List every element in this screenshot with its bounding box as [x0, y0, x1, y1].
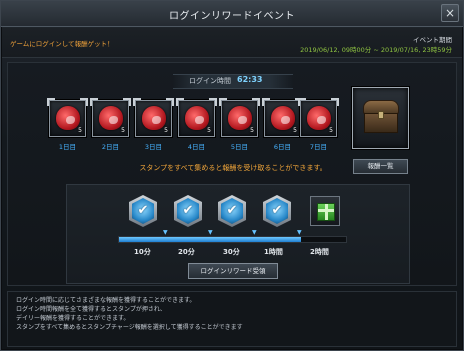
window-title: ログインリワードイベント [169, 11, 295, 22]
claim-reward-button[interactable]: ログインリワード受領 [188, 263, 278, 279]
milestone-badge-4[interactable]: ✔ [263, 195, 291, 227]
check-badge-icon: ✔ [226, 203, 238, 218]
progress-marker: ▼ [163, 229, 168, 236]
treasure-chest-icon [363, 100, 399, 134]
stamp-count: 5 [250, 127, 254, 134]
stamp-count: 5 [78, 127, 82, 134]
stamp-day-label: 3日目 [144, 143, 163, 151]
stamp-day-6[interactable]: 5 6日目 [262, 98, 303, 153]
progress-marker: ▼ [297, 229, 302, 236]
stamp-notice: スタンプをすべて集めると報酬を受け取ることができます。 [139, 164, 327, 172]
stamp-frame: 5 [298, 98, 339, 137]
stamp-count: 5 [164, 127, 168, 134]
reward-chest-slot[interactable] [352, 87, 409, 149]
stamp-frame: 5 [90, 98, 131, 137]
stamp-frame: 5 [176, 98, 217, 137]
stamp-count: 5 [329, 127, 333, 134]
stamp-day-label: 5日目 [230, 143, 249, 151]
stamp-day-label: 7日目 [309, 143, 328, 151]
stamp-day-label: 6日目 [273, 143, 292, 151]
stamp-day-label: 1日目 [58, 143, 77, 151]
stamp-day-2[interactable]: 5 2日目 [90, 98, 131, 153]
tick-label-2hour: 2時間 [310, 248, 329, 256]
description-line: ログイン時間に応じてさまざまな報酬を獲得することができます。 [16, 297, 196, 304]
description-box: ログイン時間に応じてさまざまな報酬を獲得することができます。 ログイン時間報酬を… [7, 291, 457, 347]
stamp-frame: 5 [219, 98, 260, 137]
heart-stamp-icon [307, 106, 331, 130]
stamp-day-1[interactable]: 5 1日目 [47, 98, 88, 153]
stamp-day-3[interactable]: 5 3日目 [133, 98, 174, 153]
stamp-frame: 5 [133, 98, 174, 137]
progress-bar [118, 236, 347, 243]
check-badge-icon: ✔ [182, 203, 194, 218]
milestone-badge-3[interactable]: ✔ [218, 195, 246, 227]
heart-stamp-icon [142, 106, 166, 130]
login-time-value: 62:33 [237, 75, 263, 84]
tick-label-20min: 20分 [178, 248, 195, 256]
stamp-frame: 5 [47, 98, 88, 137]
event-subtitle: ゲームにログインして報酬ゲット！ [10, 40, 114, 48]
login-time-label: ログイン時間 [189, 77, 231, 85]
event-header: ゲームにログインして報酬ゲット！ イベント期間 2019/06/12, 09時0… [2, 28, 462, 58]
tick-label-30min: 30分 [223, 248, 240, 256]
stamp-day-label: 4日目 [187, 143, 206, 151]
check-badge-icon: ✔ [271, 203, 283, 218]
stamp-day-7[interactable]: 5 7日目 [298, 98, 339, 153]
progress-marker: ▼ [208, 229, 213, 236]
description-line: ログイン時間報酬を全て獲得するとスタンプが押され、 [16, 306, 166, 313]
milestone-badge-2[interactable]: ✔ [174, 195, 202, 227]
final-reward-slot[interactable] [310, 196, 340, 226]
tick-label-10min: 10分 [134, 248, 151, 256]
stamp-day-5[interactable]: 5 5日目 [219, 98, 260, 153]
stamp-count: 5 [293, 127, 297, 134]
progress-fill [119, 237, 301, 242]
title-bar: ログインリワードイベント × [1, 1, 463, 27]
progress-marker: ▼ [252, 229, 257, 236]
tick-label-1hour: 1時間 [264, 248, 283, 256]
gift-box-icon [317, 203, 335, 221]
close-button[interactable]: × [441, 4, 459, 22]
login-reward-window: ログインリワードイベント × ゲームにログインして報酬ゲット！ イベント期間 2… [0, 0, 464, 351]
heart-stamp-icon [271, 106, 295, 130]
heart-stamp-icon [185, 106, 209, 130]
description-line: スタンプをすべて集めるとスタンプチャージ報酬を選択して獲得することができます [16, 324, 243, 331]
stamp-day-4[interactable]: 5 4日目 [176, 98, 217, 153]
check-badge-icon: ✔ [137, 203, 149, 218]
stamp-count: 5 [207, 127, 211, 134]
stamp-day-label: 2日目 [101, 143, 120, 151]
event-period-dates: 2019/06/12, 09時00分 ~ 2019/07/16, 23時59分 [300, 46, 452, 54]
heart-stamp-icon [99, 106, 123, 130]
heart-stamp-icon [56, 106, 80, 130]
event-period-label: イベント期間 [413, 36, 452, 44]
stamp-frame: 5 [262, 98, 303, 137]
description-line: デイリー報酬を獲得することができます。 [16, 315, 130, 322]
milestone-badge-1[interactable]: ✔ [129, 195, 157, 227]
stamp-count: 5 [121, 127, 125, 134]
heart-stamp-icon [228, 106, 252, 130]
